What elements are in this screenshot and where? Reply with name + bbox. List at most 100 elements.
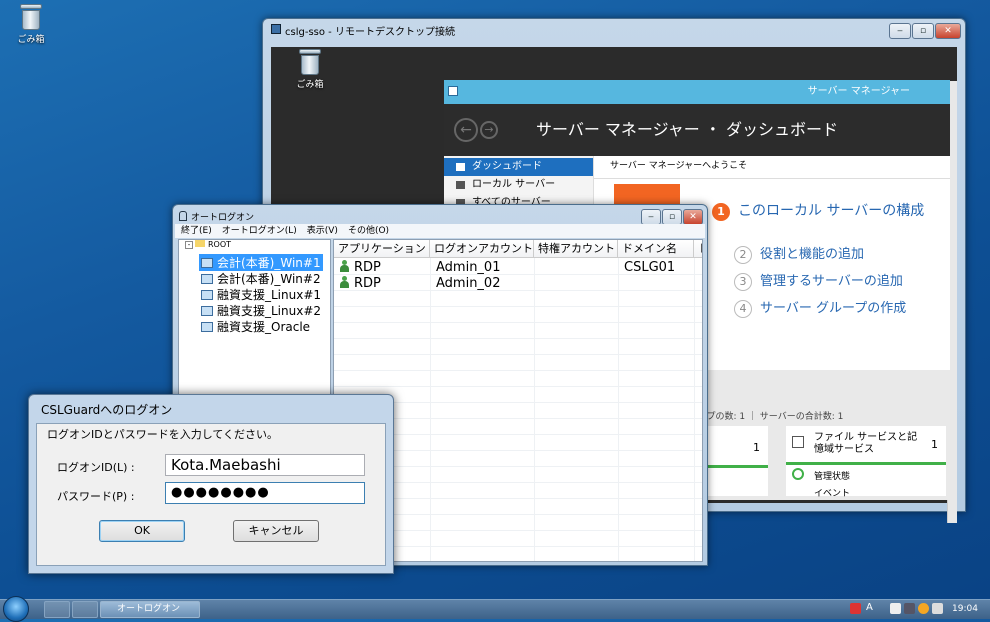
computer-icon — [201, 306, 213, 316]
step-label: 役割と機能の追加 — [760, 247, 865, 262]
taskbar-autologon-label: オートログオン — [117, 604, 181, 614]
col-header-more[interactable]: ド — [694, 240, 702, 258]
user-icon — [340, 276, 349, 288]
file-server-icon — [792, 436, 804, 448]
tile-events[interactable]: イベント — [814, 486, 850, 499]
status-ok-icon — [792, 468, 804, 480]
step-number: 2 — [734, 246, 752, 264]
recycle-bin-label: ごみ箱 — [17, 35, 45, 45]
tree-item[interactable]: 融資支援_Linux#1 — [199, 286, 323, 303]
menu-bar: 終了(E) オートログオン(L) 表示(V) その他(O) — [175, 224, 705, 238]
menu-exit[interactable]: 終了(E) — [181, 226, 212, 236]
cell-account[interactable]: Admin_01 — [436, 260, 500, 275]
minimize-button[interactable]: ‒ — [641, 209, 661, 225]
login-dialog[interactable]: CSLGuardへのログオン ログオンIDとパスワードを入力してください。 ログ… — [28, 394, 394, 574]
cell-account[interactable]: Admin_02 — [436, 276, 500, 291]
sm-welcome: サーバー マネージャーへようこそ — [610, 161, 748, 171]
tray-tool-icon[interactable] — [904, 603, 915, 614]
tile-title: ファイル サービスと記憶域サービス — [814, 432, 918, 455]
tree-item-selected[interactable]: 会計(本番)_Win#1 — [199, 254, 323, 271]
ie-taskbar-icon[interactable] — [72, 601, 98, 618]
tray-help-icon[interactable] — [890, 603, 901, 614]
sm-app-icon — [448, 86, 458, 96]
close-button[interactable]: ✕ — [683, 209, 703, 225]
computer-icon — [201, 290, 213, 300]
computer-icon — [201, 322, 213, 332]
taskbar-autologon[interactable]: オートログオン — [100, 601, 200, 618]
password-label: パスワード(P) : — [57, 490, 135, 503]
tray-notify-icon[interactable] — [918, 603, 929, 614]
tile-left-count: 1 — [753, 441, 760, 454]
autologon-title: オートログオン — [191, 213, 255, 223]
remote-recycle-bin[interactable]: ごみ箱 — [285, 49, 335, 90]
dialog-title: CSLGuardへのログオン — [41, 403, 173, 417]
step-number: 3 — [734, 273, 752, 291]
divider — [594, 178, 950, 179]
logon-id-input[interactable]: Kota.Maebashi — [165, 454, 365, 476]
tile-file-services[interactable]: ファイル サービスと記憶域サービス 1 管理状態 イベント — [786, 426, 946, 499]
recycle-bin-icon — [299, 49, 321, 75]
sm-header: ← → サーバー マネージャー ・ ダッシュボード — [444, 104, 950, 156]
table-row-app[interactable]: RDP — [340, 276, 381, 291]
tree-item-label: 融資支援_Linux#1 — [217, 288, 322, 302]
step-configure-local[interactable]: 1 このローカル サーバーの構成 — [712, 200, 924, 221]
minimize-button[interactable]: ‒ — [889, 23, 911, 39]
dialog-body: ログオンIDとパスワードを入力してください。 ログオンID(L) : Kota.… — [36, 423, 386, 566]
close-button[interactable]: ✕ — [935, 23, 961, 39]
tile-status[interactable]: 管理状態 — [814, 469, 850, 482]
step-number: 4 — [734, 300, 752, 318]
tree-item[interactable]: 会計(本番)_Win#2 — [199, 270, 323, 287]
start-button[interactable] — [3, 596, 29, 622]
recycle-bin-icon — [20, 4, 42, 30]
menu-autologon[interactable]: オートログオン(L) — [222, 226, 297, 236]
cancel-button[interactable]: キャンセル — [233, 520, 319, 542]
tree-item-label: 会計(本番)_Win#1 — [217, 256, 321, 270]
col-header-account[interactable]: ログオンアカウント — [430, 240, 534, 258]
menu-view[interactable]: 表示(V) — [307, 226, 338, 236]
step-label: サーバー グループの作成 — [760, 301, 907, 316]
recycle-bin-label: ごみ箱 — [296, 80, 324, 90]
ime-indicator[interactable]: A — [866, 602, 873, 613]
tree-item-label: 会計(本番)_Win#2 — [217, 272, 321, 286]
col-header-domain[interactable]: ドメイン名 — [618, 240, 694, 258]
cell-app: RDP — [354, 276, 381, 291]
tree-item[interactable]: 融資支援_Oracle — [199, 318, 312, 335]
table-row-app[interactable]: RDP — [340, 260, 381, 275]
rdp-title: cslg-sso - リモートデスクトップ接続 — [285, 27, 455, 38]
tree-root[interactable]: - ROOT — [183, 240, 233, 249]
menu-other[interactable]: その他(O) — [348, 226, 389, 236]
folder-icon — [195, 240, 205, 247]
forward-arrow-icon[interactable]: → — [480, 121, 498, 139]
maximize-button[interactable]: ▫ — [912, 23, 934, 39]
cell-app: RDP — [354, 260, 381, 275]
tree-item-label: 融資支援_Linux#2 — [217, 304, 322, 318]
col-header-priv[interactable]: 特権アカウント — [534, 240, 618, 258]
maximize-button[interactable]: ▫ — [662, 209, 682, 225]
id-label: ログオンID(L) : — [57, 461, 135, 474]
step-add-roles[interactable]: 2 役割と機能の追加 — [734, 243, 864, 264]
user-icon — [340, 260, 349, 272]
tray-flag-icon[interactable] — [850, 603, 861, 614]
nav-dashboard[interactable]: ダッシュボード — [444, 158, 593, 176]
taskbar: オートログオン A 19:04 — [0, 596, 990, 622]
col-header-app[interactable]: アプリケーション — [334, 240, 430, 258]
instruction-text: ログオンIDとパスワードを入力してください。 — [47, 428, 279, 441]
step-label: このローカル サーバーの構成 — [738, 203, 925, 219]
tree-root-label: ROOT — [208, 240, 232, 249]
explorer-taskbar-icon[interactable] — [44, 601, 70, 618]
sm-titlebar: サーバー マネージャー — [444, 80, 950, 104]
status-bar — [786, 462, 946, 465]
back-arrow-icon[interactable]: ← — [454, 118, 478, 142]
tray-network-icon[interactable] — [932, 603, 943, 614]
tree-item[interactable]: 融資支援_Linux#2 — [199, 302, 323, 319]
recycle-bin-desktop[interactable]: ごみ箱 — [6, 4, 56, 45]
step-add-servers[interactable]: 3 管理するサーバーの追加 — [734, 270, 903, 291]
nav-local-server[interactable]: ローカル サーバー — [444, 176, 593, 194]
cell-domain[interactable]: CSLG01 — [624, 260, 675, 275]
clock[interactable]: 19:04 — [952, 604, 978, 614]
step-number: 1 — [712, 203, 730, 221]
step-create-group[interactable]: 4 サーバー グループの作成 — [734, 297, 906, 318]
ok-button[interactable]: OK — [99, 520, 185, 542]
key-icon — [179, 211, 187, 221]
password-input[interactable]: ●●●●●●●● — [165, 482, 365, 504]
